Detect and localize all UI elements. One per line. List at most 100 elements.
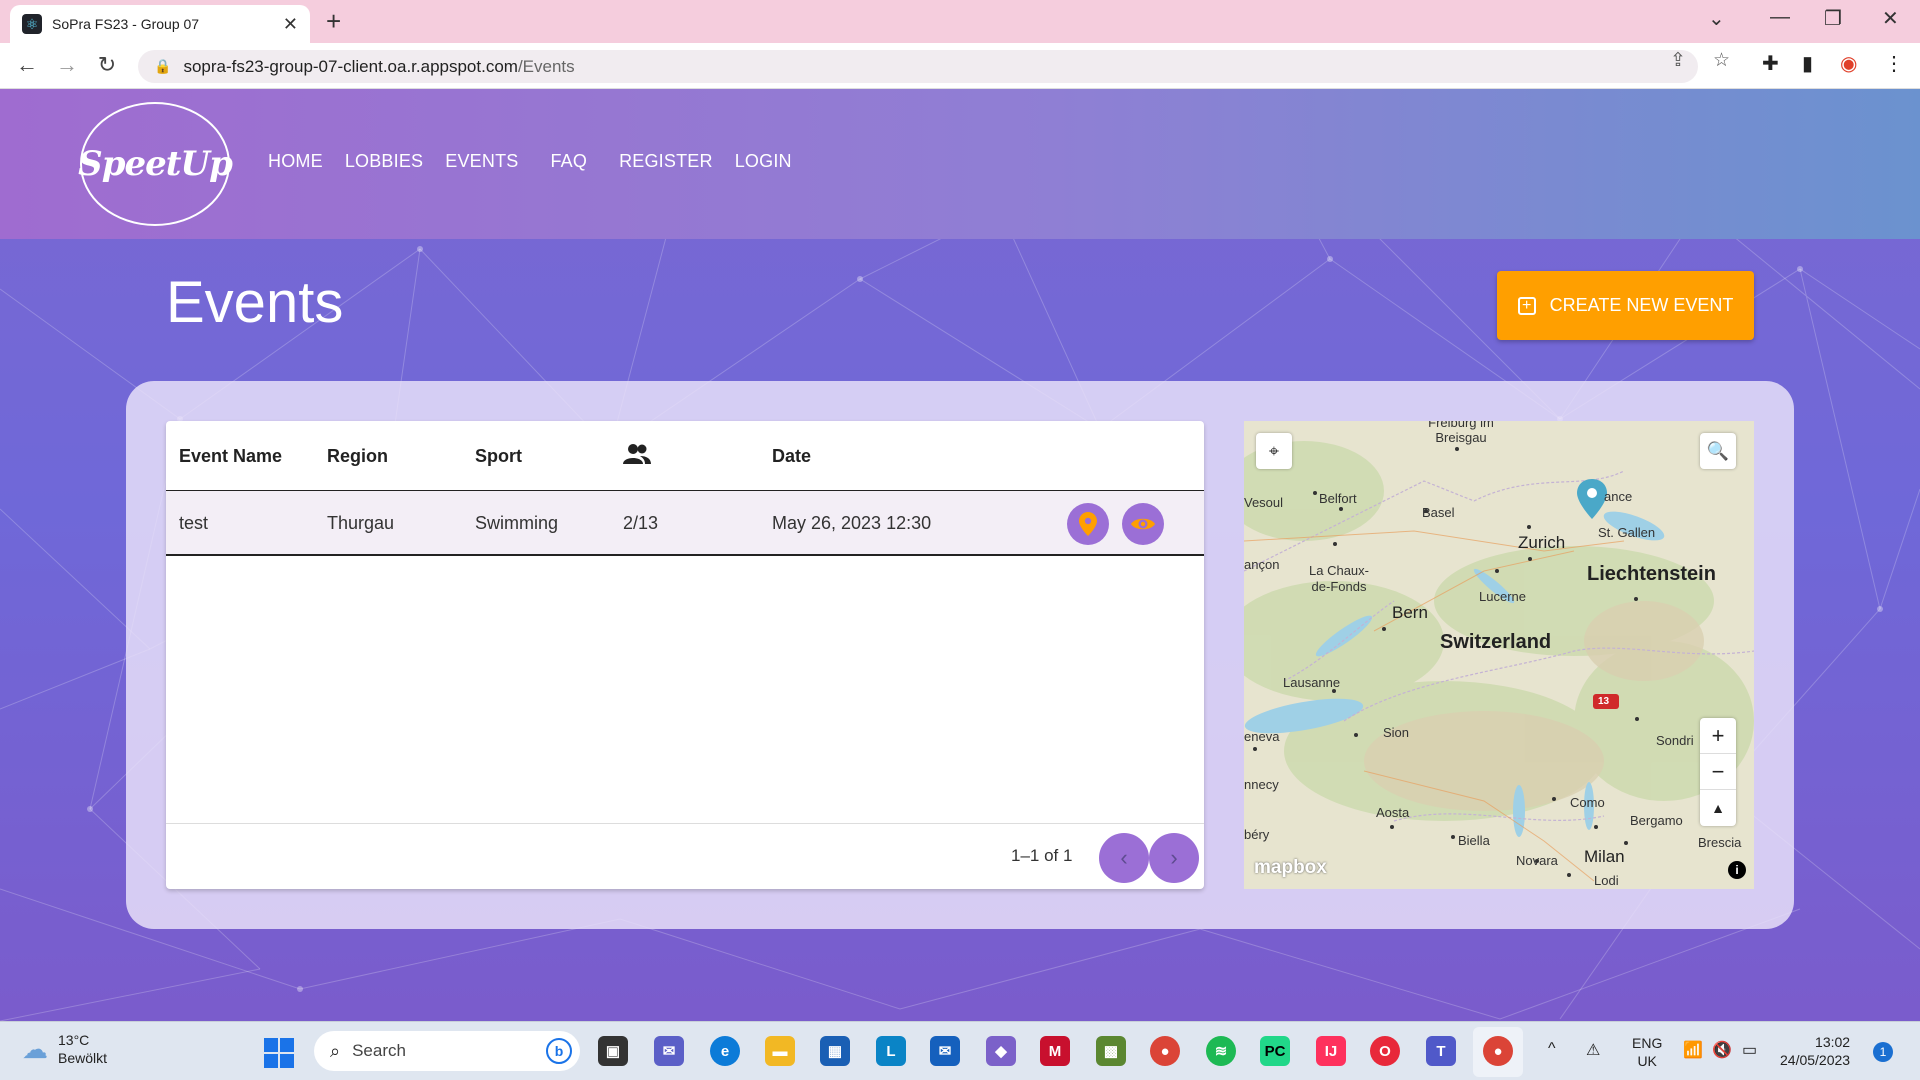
events-map[interactable]: Freiburg im Breisgau Vesoul Belfort Base… xyxy=(1244,421,1754,889)
app-header: SpeetUp HOME LOBBIES EVENTS FAQ REGISTER… xyxy=(0,89,1920,239)
taskbar-search[interactable]: ⌕ Search b xyxy=(314,1031,580,1071)
copilot-icon[interactable]: ◆ xyxy=(986,1036,1016,1066)
nav-faq[interactable]: FAQ xyxy=(550,151,587,172)
mapbox-logo[interactable]: mapbox xyxy=(1254,857,1327,879)
tab-search-icon[interactable]: ⌄ xyxy=(1708,6,1725,31)
participants-icon[interactable] xyxy=(623,443,651,470)
maximize-icon[interactable]: ❐ xyxy=(1824,6,1842,31)
events-table: Event Name Region Sport Date test Thurga… xyxy=(166,421,1204,889)
view-event-button[interactable] xyxy=(1122,503,1164,545)
column-region[interactable]: Region xyxy=(327,446,388,467)
events-panel: Event Name Region Sport Date test Thurga… xyxy=(126,381,1794,929)
browser-tab[interactable]: ⚛ SoPra FS23 - Group 07 ✕ xyxy=(10,5,310,43)
map-label-lucerne: Lucerne xyxy=(1479,589,1526,604)
add-box-icon: + xyxy=(1517,296,1536,315)
zoom-out-button[interactable]: − xyxy=(1700,754,1736,790)
previous-page-button[interactable]: ‹ xyxy=(1099,833,1149,883)
column-event-name[interactable]: Event Name xyxy=(179,446,282,467)
cell-event-name: test xyxy=(179,513,209,533)
column-date[interactable]: Date xyxy=(772,446,811,467)
next-page-button[interactable]: › xyxy=(1149,833,1199,883)
taskbar-search-label: Search xyxy=(352,1041,406,1060)
task-view-icon[interactable]: ▣ xyxy=(598,1036,628,1066)
nav-home[interactable]: HOME xyxy=(268,151,323,172)
tab-title: SoPra FS23 - Group 07 xyxy=(52,16,200,32)
new-tab-icon[interactable]: + xyxy=(326,6,341,37)
extensions-icon[interactable]: ✚ xyxy=(1762,51,1779,76)
windows-taskbar: ☁ 13°C Bewölkt ⌕ Search b ▣ ✉ e ▬ ▦ L ✉ … xyxy=(0,1021,1920,1080)
table-pagination: 1–1 of 1 ‹ › xyxy=(166,823,1204,889)
map-label-besancon: ançon xyxy=(1244,557,1280,572)
intellij-icon[interactable]: IJ xyxy=(1316,1036,1346,1066)
table-row[interactable]: test Thurgau Swimming 2/13 May 26, 2023 … xyxy=(166,491,1204,556)
chrome-icon[interactable]: ● xyxy=(1150,1036,1180,1066)
pycharm-icon[interactable]: PC xyxy=(1260,1036,1290,1066)
browser-menu-icon[interactable]: ⋮ xyxy=(1884,51,1904,76)
volume-muted-icon[interactable]: 🔇 xyxy=(1712,1040,1732,1060)
chrome-active-icon[interactable]: ● xyxy=(1483,1036,1513,1066)
show-hidden-icons[interactable]: ^ xyxy=(1548,1040,1556,1058)
map-label-st-gallen: St. Gallen xyxy=(1598,525,1656,540)
map-info-icon[interactable]: i xyxy=(1728,861,1746,879)
column-sport[interactable]: Sport xyxy=(475,446,522,467)
weather-condition: Bewölkt xyxy=(58,1050,108,1066)
search-icon: 🔍 xyxy=(1706,440,1730,461)
url-text: sopra-fs23-group-07-client.oa.r.appspot.… xyxy=(183,56,575,76)
notification-badge[interactable]: 1 xyxy=(1873,1042,1893,1062)
profile-avatar-icon[interactable]: ◉ xyxy=(1840,51,1857,76)
bing-icon[interactable]: b xyxy=(546,1038,572,1064)
app-l-icon[interactable]: L xyxy=(876,1036,906,1066)
speetup-logo[interactable]: SpeetUp xyxy=(78,102,233,226)
edge-icon[interactable]: e xyxy=(710,1036,740,1066)
minecraft-icon[interactable]: ▩ xyxy=(1096,1036,1126,1066)
map-label-zurich: Zurich xyxy=(1518,533,1566,552)
input-language[interactable]: ENG UK xyxy=(1632,1034,1662,1070)
teams-icon[interactable]: T xyxy=(1426,1036,1456,1066)
search-icon: ⌕ xyxy=(330,1040,341,1061)
compass-button[interactable]: ▲ xyxy=(1700,790,1736,826)
clock-time: 13:02 xyxy=(1815,1034,1851,1050)
share-icon[interactable]: ⇪ xyxy=(1670,49,1686,72)
bookmark-star-icon[interactable]: ☆ xyxy=(1713,49,1730,72)
start-button[interactable] xyxy=(264,1038,294,1068)
chat-icon[interactable]: ✉ xyxy=(654,1036,684,1066)
mcafee-icon[interactable]: M xyxy=(1040,1036,1070,1066)
show-on-map-button[interactable] xyxy=(1067,503,1109,545)
side-panel-icon[interactable]: ▮ xyxy=(1802,51,1813,76)
weather-widget[interactable]: ☁ 13°C Bewölkt xyxy=(22,1031,107,1067)
clock[interactable]: 13:02 24/05/2023 xyxy=(1780,1033,1850,1069)
opera-icon[interactable]: O xyxy=(1370,1036,1400,1066)
security-tray-icon[interactable]: ⚠ xyxy=(1586,1040,1600,1060)
map-label-freiburg: Freiburg im Breisgau xyxy=(1428,421,1494,445)
nav-lobbies[interactable]: LOBBIES xyxy=(345,151,423,172)
create-new-event-button[interactable]: + CREATE NEW EVENT xyxy=(1497,271,1754,340)
cloud-icon: ☁ xyxy=(22,1033,48,1064)
wifi-icon[interactable]: 📶 xyxy=(1683,1040,1703,1060)
reload-icon[interactable]: ↻ xyxy=(92,52,122,78)
file-explorer-icon[interactable]: ▬ xyxy=(765,1036,795,1066)
nav-login[interactable]: LOGIN xyxy=(735,151,792,172)
back-icon[interactable]: ← xyxy=(12,52,42,78)
map-label-lodi: Lodi xyxy=(1594,873,1619,888)
map-label-biella: Biella xyxy=(1458,833,1490,848)
store-icon[interactable]: ▦ xyxy=(820,1036,850,1066)
url-bar[interactable]: 🔒 sopra-fs23-group-07-client.oa.r.appspo… xyxy=(138,50,1698,83)
nav-register[interactable]: REGISTER xyxy=(619,151,713,172)
close-window-icon[interactable]: ✕ xyxy=(1882,6,1899,31)
mail-icon[interactable]: ✉ xyxy=(930,1036,960,1066)
cell-sport: Swimming xyxy=(475,513,559,533)
map-search-button[interactable]: 🔍 xyxy=(1700,433,1736,469)
map-label-basel: Basel xyxy=(1422,505,1455,520)
geolocate-button[interactable]: ⌖ xyxy=(1256,433,1292,469)
map-label-switzerland: Switzerland xyxy=(1440,631,1552,653)
forward-icon[interactable]: → xyxy=(52,52,82,78)
map-label-aosta: Aosta xyxy=(1376,805,1410,820)
minimize-icon[interactable]: — xyxy=(1770,6,1790,29)
nav-events[interactable]: EVENTS xyxy=(445,151,518,172)
map-label-belfort: Belfort xyxy=(1319,491,1357,506)
battery-icon[interactable]: ▭ xyxy=(1742,1040,1757,1060)
zoom-in-button[interactable]: + xyxy=(1700,718,1736,754)
spotify-icon[interactable]: ≋ xyxy=(1206,1036,1236,1066)
map-label-lausanne: Lausanne xyxy=(1283,675,1341,690)
close-tab-icon[interactable]: ✕ xyxy=(283,14,298,35)
